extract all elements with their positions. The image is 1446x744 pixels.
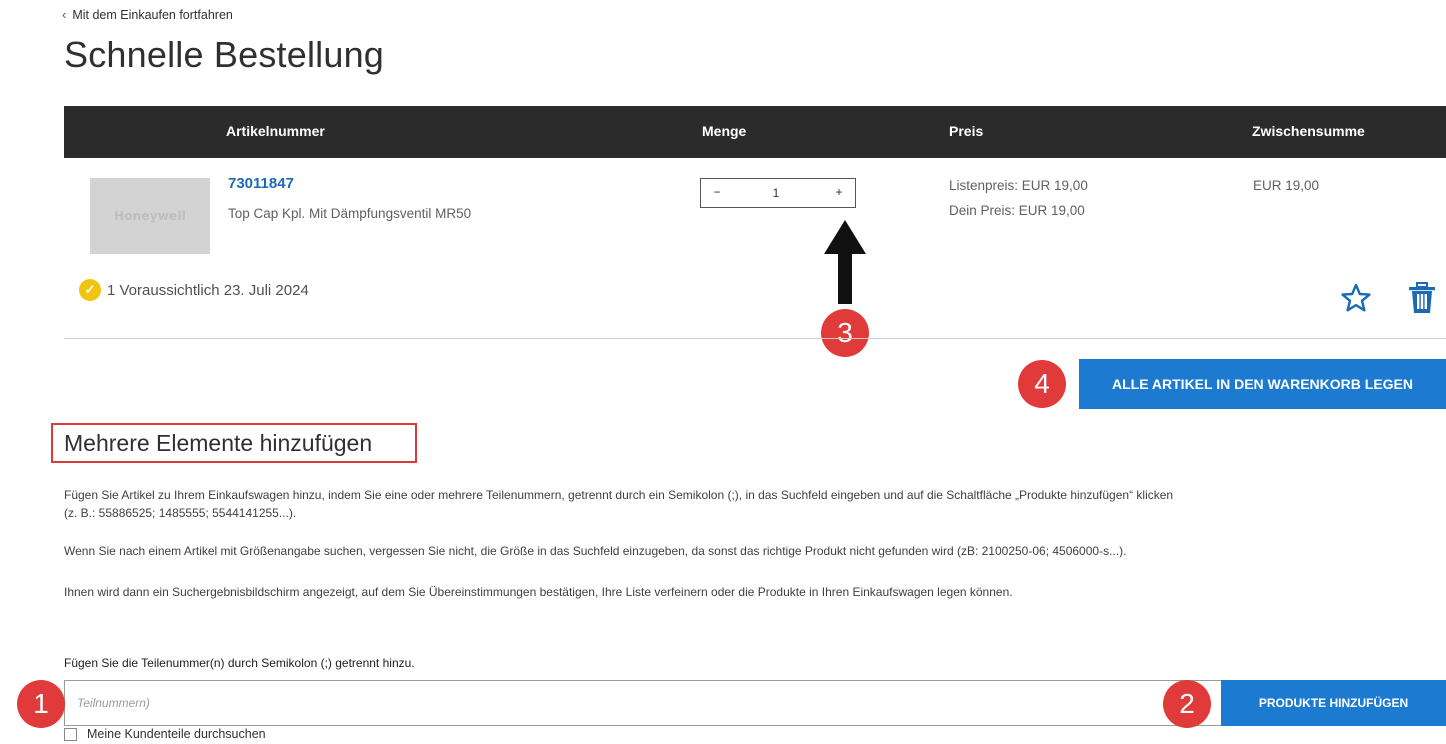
- divider: [64, 338, 1446, 339]
- header-price: Preis: [949, 123, 984, 139]
- availability-text: 1 Voraussichtlich 23. Juli 2024: [107, 281, 309, 299]
- add-products-button[interactable]: PRODUKTE HINZUFÜGEN: [1221, 680, 1446, 726]
- back-link-label: Mit dem Einkaufen fortfahren: [72, 7, 233, 22]
- instructions-paragraph-3: Ihnen wird dann ein Suchergebnisbildschi…: [64, 585, 1013, 599]
- trash-icon[interactable]: [1407, 282, 1437, 314]
- instructions-line-2: (z. B.: 55886525; 1485555; 5544141255...…: [64, 506, 297, 520]
- instructions-line-1: Fügen Sie Artikel zu Ihrem Einkaufswagen…: [64, 488, 1174, 502]
- row-subtotal: EUR 19,00: [1253, 178, 1320, 193]
- part-number-link[interactable]: 73011847: [228, 175, 294, 192]
- header-part-number: Artikelnummer: [226, 123, 325, 139]
- part-description: Top Cap Kpl. Mit Dämpfungsventil MR50: [228, 206, 472, 221]
- table-header: Artikelnummer Menge Preis Zwischensumme: [64, 106, 1446, 158]
- header-subtotal: Zwischensumme: [1252, 123, 1365, 139]
- customer-parts-checkbox[interactable]: [64, 727, 77, 741]
- back-link[interactable]: ‹ Mit dem Einkaufen fortfahren: [62, 7, 233, 22]
- header-quantity: Menge: [702, 123, 747, 139]
- section-title: Mehrere Elemente hinzufügen: [64, 430, 373, 456]
- add-all-to-cart-button[interactable]: ALLE ARTIKEL IN DEN WARENKORB LEGEN: [1079, 359, 1446, 409]
- annotation-arrow-icon: [824, 220, 866, 304]
- instructions-paragraph-1: Fügen Sie Artikel zu Ihrem Einkaufswagen…: [64, 486, 1444, 522]
- list-price: Listenpreis: EUR 19,00: [949, 178, 1088, 193]
- star-icon[interactable]: [1340, 282, 1372, 314]
- part-numbers-label: Fügen Sie die Teilenummer(n) durch Semik…: [64, 656, 415, 670]
- chevron-left-icon: ‹: [62, 7, 67, 22]
- quantity-stepper[interactable]: − 1 +: [700, 178, 856, 208]
- quantity-increase-button[interactable]: +: [831, 185, 847, 199]
- annotation-badge-2: 2: [1163, 680, 1211, 728]
- checkmark-icon: ✓: [79, 279, 101, 301]
- annotation-badge-3: 3: [821, 309, 869, 357]
- quantity-decrease-button[interactable]: −: [709, 185, 725, 199]
- annotation-badge-1: 1: [17, 680, 65, 728]
- page-title: Schnelle Bestellung: [64, 34, 385, 75]
- customer-parts-checkbox-label: Meine Kundenteile durchsuchen: [87, 727, 266, 741]
- annotation-badge-4: 4: [1018, 360, 1066, 408]
- customer-parts-checkbox-row[interactable]: Meine Kundenteile durchsuchen: [64, 727, 266, 741]
- part-numbers-input[interactable]: [64, 680, 1222, 726]
- your-price: Dein Preis: EUR 19,00: [949, 203, 1085, 218]
- product-image-brand: Honeywell: [113, 209, 187, 223]
- quantity-value[interactable]: 1: [761, 186, 791, 200]
- availability-status: ✓ 1 Voraussichtlich 23. Juli 2024: [79, 279, 309, 301]
- product-image[interactable]: Honeywell: [90, 178, 210, 254]
- instructions-paragraph-2: Wenn Sie nach einem Artikel mit Größenan…: [64, 544, 1127, 558]
